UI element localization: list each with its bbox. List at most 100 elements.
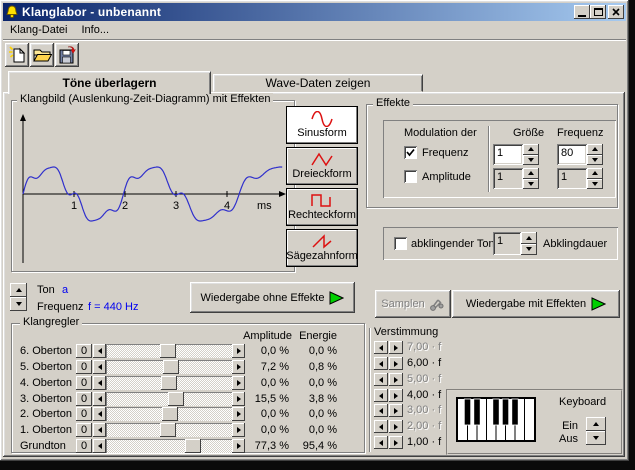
spin-down-button[interactable]: [521, 244, 537, 256]
verstimmung-right-button[interactable]: [389, 404, 403, 417]
verstimmung-right-button[interactable]: [389, 373, 403, 386]
tab-wave-daten-zeigen[interactable]: Wave-Daten zeigen: [213, 74, 423, 92]
slider-thumb[interactable]: [168, 392, 184, 406]
spin-up-button[interactable]: [587, 168, 603, 179]
klangregler-row: 2. Oberton00,0 %0,0 %: [12, 407, 364, 421]
slider-thumb[interactable]: [162, 407, 178, 421]
energie-value: 0,0 %: [293, 345, 337, 357]
verstimmung-left-button[interactable]: [374, 404, 388, 417]
slider-left-button[interactable]: [93, 407, 106, 421]
spin-up-button[interactable]: [523, 144, 539, 155]
oberton-label: 5. Oberton: [20, 361, 72, 373]
menu-klang-datei[interactable]: Klang-Datei: [3, 22, 74, 38]
keyboard-label: Keyboard: [559, 396, 606, 408]
slider-left-button[interactable]: [93, 423, 106, 437]
amplitude-value: 0,0 %: [241, 424, 289, 436]
am-size-value[interactable]: 1: [493, 168, 523, 189]
verstimmung-left-button[interactable]: [374, 373, 388, 386]
window-title: Klanglabor - unbenannt: [22, 5, 161, 19]
verstimmung-right-button[interactable]: [389, 436, 403, 449]
minimize-button[interactable]: [574, 5, 590, 19]
slider-left-button[interactable]: [93, 344, 106, 358]
zero-button[interactable]: 0: [76, 407, 92, 421]
klangregler-row: 1. Oberton00,0 %0,0 %: [12, 423, 364, 437]
slider-left-button[interactable]: [93, 376, 106, 390]
spin-up-button[interactable]: [521, 232, 537, 244]
zero-button[interactable]: 0: [76, 376, 92, 390]
app-window: Klanglabor - unbenannt Klang-Datei Info.…: [0, 0, 629, 461]
dreieckform-button[interactable]: Dreieckform: [286, 147, 358, 185]
ton-down-button[interactable]: [10, 297, 27, 311]
verstimmung-right-button[interactable]: [389, 420, 403, 433]
zero-button[interactable]: 0: [76, 344, 92, 358]
verstimmung-left-button[interactable]: [374, 420, 388, 433]
amplitude-slider[interactable]: [93, 360, 245, 374]
frequenz-modulation-checkbox[interactable]: [404, 146, 417, 159]
amplitude-slider[interactable]: [93, 392, 245, 406]
square-wave-icon: [310, 193, 334, 209]
amplitude-slider[interactable]: [93, 423, 245, 437]
zero-button[interactable]: 0: [76, 423, 92, 437]
am-freq-value[interactable]: 1: [557, 168, 587, 189]
fm-freq-value[interactable]: 80: [557, 144, 587, 165]
saegezahnform-button[interactable]: Sägezahnform: [286, 229, 358, 267]
verstimmung-row: 1,00 · f: [374, 436, 449, 449]
amplitude-slider[interactable]: [93, 407, 245, 421]
wiedergabe-ohne-effekte-button[interactable]: Wiedergabe ohne Effekte: [190, 282, 355, 313]
verstimmung-left-button[interactable]: [374, 389, 388, 402]
slider-thumb[interactable]: [185, 439, 201, 453]
abklingdauer-value[interactable]: 1: [493, 232, 521, 255]
zero-button[interactable]: 0: [76, 360, 92, 374]
new-file-button[interactable]: [5, 43, 29, 67]
spin-down-button[interactable]: [523, 155, 539, 166]
verstimmung-left-button[interactable]: [374, 436, 388, 449]
abklingender-ton-checkbox[interactable]: [394, 237, 407, 250]
close-button[interactable]: [608, 5, 624, 19]
spin-up-button[interactable]: [587, 144, 603, 155]
verstimmung-left-button[interactable]: [374, 357, 388, 370]
amplitude-modulation-label: Amplitude: [422, 171, 471, 183]
slider-thumb[interactable]: [163, 360, 179, 374]
sinusform-button[interactable]: Sinusform: [286, 106, 358, 144]
spin-up-button[interactable]: [523, 168, 539, 179]
fm-size-value[interactable]: 1: [493, 144, 523, 165]
decay-panel: abklingender Ton 1 Abklingdauer: [383, 227, 618, 260]
open-file-button[interactable]: [30, 43, 54, 67]
save-file-button[interactable]: [55, 43, 79, 67]
amplitude-slider[interactable]: [93, 376, 245, 390]
amplitude-slider[interactable]: [93, 344, 245, 358]
klangregler-row: 6. Oberton00,0 %0,0 %: [12, 344, 364, 358]
amplitude-slider[interactable]: [93, 439, 245, 453]
slider-thumb[interactable]: [160, 344, 176, 358]
verstimmung-left-button[interactable]: [374, 341, 388, 354]
wiedergabe-mit-effekten-button[interactable]: Wiedergabe mit Effekten: [452, 290, 620, 318]
verstimmung-right-button[interactable]: [389, 389, 403, 402]
slider-left-button[interactable]: [93, 392, 106, 406]
samplen-button[interactable]: Samplen: [375, 290, 451, 318]
modulation-label: Modulation der: [404, 127, 477, 139]
menu-info[interactable]: Info...: [74, 22, 116, 38]
keyboard-ein-button[interactable]: [586, 417, 606, 431]
slider-thumb[interactable]: [161, 376, 177, 390]
spin-down-button[interactable]: [523, 179, 539, 190]
title-bar[interactable]: Klanglabor - unbenannt: [3, 3, 626, 21]
verstimmung-right-button[interactable]: [389, 341, 403, 354]
abklingender-ton-label: abklingender Ton: [411, 238, 495, 250]
spin-down-button[interactable]: [587, 155, 603, 166]
tab-toene-ueberlagern[interactable]: Töne überlagern: [8, 71, 211, 94]
slider-left-button[interactable]: [93, 439, 106, 453]
zero-button[interactable]: 0: [76, 439, 92, 453]
klangregler-row: 4. Oberton00,0 %0,0 %: [12, 376, 364, 390]
verstimmung-right-button[interactable]: [389, 357, 403, 370]
zero-button[interactable]: 0: [76, 392, 92, 406]
spin-down-button[interactable]: [587, 179, 603, 190]
slider-left-button[interactable]: [93, 360, 106, 374]
rechteckform-button[interactable]: Rechteckform: [286, 188, 358, 226]
slider-thumb[interactable]: [160, 423, 176, 437]
ton-up-button[interactable]: [10, 283, 27, 297]
fm-size-spinner: 1: [493, 144, 539, 165]
amplitude-modulation-checkbox[interactable]: [404, 170, 417, 183]
maximize-button[interactable]: [590, 5, 606, 19]
slider-track[interactable]: [106, 439, 232, 453]
keyboard-aus-button[interactable]: [586, 431, 606, 445]
